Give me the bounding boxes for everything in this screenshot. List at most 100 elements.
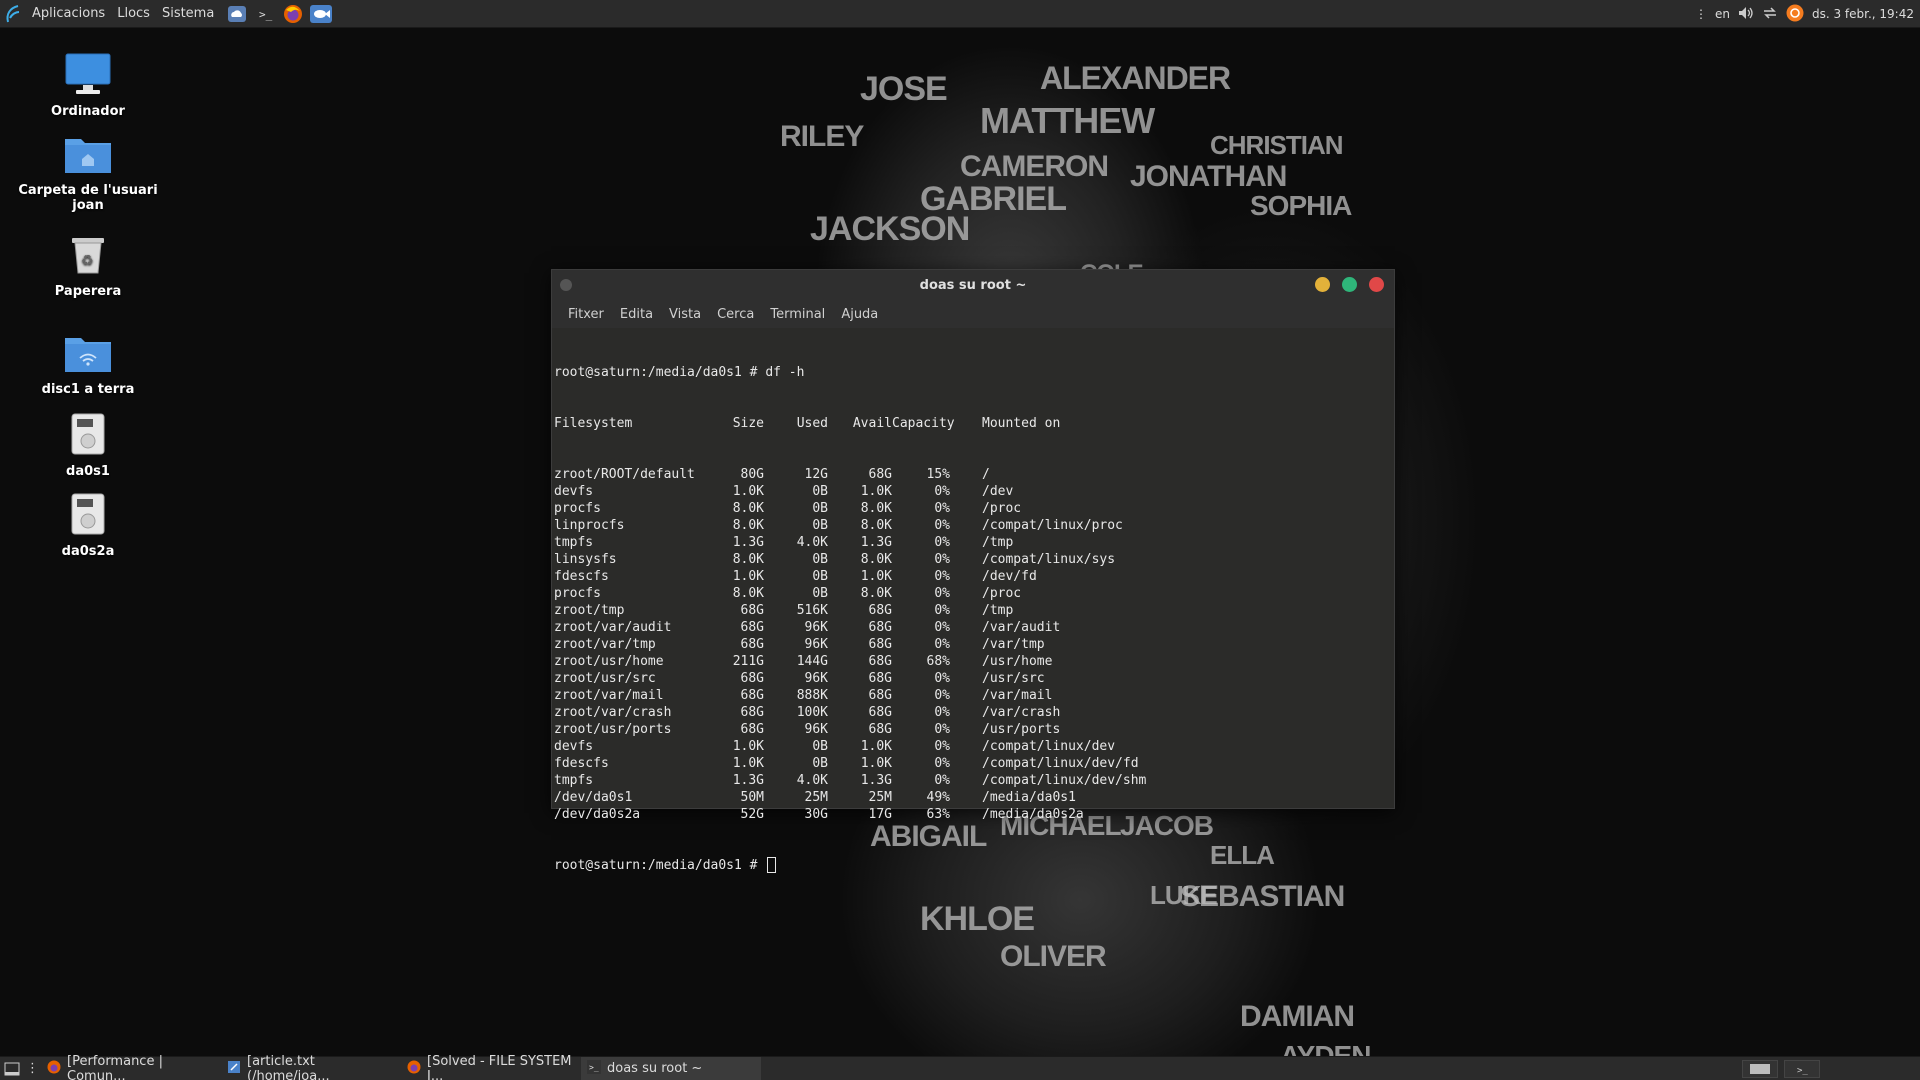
update-notifier-icon[interactable] (1786, 4, 1804, 25)
terminal-menubar: Fitxer Edita Vista Cerca Terminal Ajuda (552, 300, 1394, 328)
panel-menu-icon[interactable]: ⋮ (1695, 7, 1707, 21)
menu-sistema[interactable]: Sistema (156, 6, 220, 21)
cell-capacity: 0% (934, 586, 950, 601)
df-row: zroot/usr/ports 68G 96K 68G 0% /usr/ports (554, 721, 1392, 738)
cell-size: 1.3G (732, 535, 764, 550)
workspace-1[interactable] (1742, 1060, 1778, 1078)
taskbar-task[interactable]: [Solved - FILE SYSTEM I... (401, 1053, 581, 1080)
cell-used: 0B (812, 552, 828, 567)
taskbar-task[interactable]: [Performance | Comun... (41, 1054, 221, 1080)
minimize-button[interactable] (1315, 277, 1330, 292)
df-row: zroot/var/mail 68G 888K 68G 0% /var/mail (554, 687, 1392, 704)
cell-size: 1.3G (732, 773, 764, 788)
menu-edita[interactable]: Edita (612, 307, 661, 322)
cell-avail: 17G (868, 807, 892, 822)
menu-ajuda[interactable]: Ajuda (833, 307, 886, 322)
firefox-launcher-icon[interactable] (282, 3, 304, 25)
cell-size: 1.0K (732, 569, 764, 584)
df-rows: zroot/ROOT/default 80G 12G 68G 15% / devfs 1.0K… (554, 466, 1392, 823)
desktop-icon-disc1[interactable]: disc1 a terra (18, 332, 158, 397)
cell-used: 4.0K (796, 535, 828, 550)
cell-capacity: 0% (934, 637, 950, 652)
menu-cerca[interactable]: Cerca (709, 307, 762, 322)
close-button[interactable] (1369, 277, 1384, 292)
desktop-icon-da0s1[interactable]: da0s1 (18, 412, 158, 479)
distro-logo-icon[interactable] (0, 0, 26, 28)
cell-avail: 1.3G (860, 773, 892, 788)
header-mounted-on: Mounted on (982, 416, 1061, 431)
desktop-icon-paperera[interactable]: ♻ Paperera (18, 232, 158, 299)
cell-used: 144G (796, 654, 828, 669)
cell-avail: 25M (868, 790, 892, 805)
show-desktop-icon[interactable] (0, 1057, 24, 1080)
cell-size: 8.0K (732, 552, 764, 567)
menu-llocs[interactable]: Llocs (111, 6, 156, 21)
keyboard-layout-indicator[interactable]: en (1715, 7, 1730, 21)
menu-fitxer[interactable]: Fitxer (560, 307, 612, 322)
network-icon[interactable] (1762, 6, 1778, 23)
terminal-window[interactable]: doas su root ~ Fitxer Edita Vista Cerca … (551, 269, 1395, 873)
workspace-switcher[interactable]: >_ (1742, 1060, 1820, 1078)
fish-launcher-icon[interactable] (310, 3, 333, 25)
menu-terminal[interactable]: Terminal (762, 307, 833, 322)
cell-avail: 68G (868, 705, 892, 720)
df-header-row: Filesystem Size Used Avail Capacity Moun… (554, 415, 1392, 432)
cell-mounted-on: /compat/linux/sys (982, 552, 1116, 567)
home-folder-icon (18, 133, 158, 179)
cell-used: 100K (796, 705, 828, 720)
df-row: devfs 1.0K 0B 1.0K 0% /dev (554, 483, 1392, 500)
cloud-launcher-icon[interactable] (226, 3, 248, 25)
cell-capacity: 0% (934, 484, 950, 499)
cell-mounted-on: /var/audit (982, 620, 1061, 635)
desktop-icon-da0s2a[interactable]: da0s2a (18, 492, 158, 559)
cell-used: 96K (804, 620, 828, 635)
cell-used: 30G (804, 807, 828, 822)
df-row: zroot/var/audit 68G 96K 68G 0% /var/audit (554, 619, 1392, 636)
taskbar-task[interactable]: [article.txt (/home/joa... (221, 1053, 401, 1080)
desktop-icon-home-folder[interactable]: Carpeta de l'usuari joan (18, 133, 158, 213)
clock[interactable]: ds. 3 febr., 19:42 (1812, 7, 1914, 21)
cell-size: 68G (740, 722, 764, 737)
cell-filesystem: tmpfs (554, 535, 594, 550)
cell-capacity: 0% (934, 569, 950, 584)
df-row: tmpfs 1.3G 4.0K 1.3G 0% /compat/linux/dev/shm (554, 772, 1392, 789)
task-label: [article.txt (/home/joa... (247, 1053, 330, 1080)
window-menu-icon[interactable] (560, 279, 572, 291)
wallpaper-word: OLIVER (1000, 940, 1107, 973)
taskbar-handle-icon[interactable]: ⋮ (24, 1057, 41, 1080)
cell-size: 68G (740, 603, 764, 618)
menu-aplicacions[interactable]: Aplicacions (26, 6, 111, 21)
cell-used: 0B (812, 501, 828, 516)
wallpaper-word: JONATHAN (1130, 160, 1287, 193)
window-titlebar[interactable]: doas su root ~ (552, 270, 1394, 300)
cell-filesystem: fdescfs (554, 569, 609, 584)
cell-mounted-on: /dev (982, 484, 1014, 499)
wallpaper-word: DAMIAN (1240, 1000, 1355, 1033)
cell-capacity: 0% (934, 603, 950, 618)
window-title: doas su root ~ (919, 277, 1027, 293)
menu-vista[interactable]: Vista (661, 307, 709, 322)
desktop-icon-label: da0s1 (66, 464, 110, 479)
prompt-line: root@saturn:/media/da0s1 # (554, 857, 1392, 874)
cell-used: 0B (812, 569, 828, 584)
cell-size: 211G (732, 654, 764, 669)
prompt: root@saturn:/media/da0s1 # (554, 858, 766, 873)
cell-filesystem: linprocfs (554, 518, 625, 533)
cell-filesystem: zroot/usr/src (554, 671, 656, 686)
terminal-launcher-icon[interactable]: >_ (254, 3, 276, 25)
task-label: [Solved - FILE SYSTEM I... (427, 1053, 572, 1080)
cell-used: 12G (804, 467, 828, 482)
maximize-button[interactable] (1342, 277, 1357, 292)
volume-icon[interactable] (1738, 6, 1754, 23)
workspace-2[interactable]: >_ (1784, 1060, 1820, 1078)
cell-capacity: 68% (926, 654, 950, 669)
cell-filesystem: procfs (554, 501, 601, 516)
cell-avail: 68G (868, 637, 892, 652)
terminal-output[interactable]: root@saturn:/media/da0s1 # df -h Filesys… (552, 328, 1394, 873)
cell-mounted-on: /usr/src (982, 671, 1045, 686)
taskbar-task-active[interactable]: >_ doas su root ~ (581, 1056, 761, 1080)
wallpaper-word: MATTHEW (980, 100, 1155, 141)
cell-used: 25M (804, 790, 828, 805)
cell-used: 0B (812, 586, 828, 601)
desktop-icon-ordinador[interactable]: Ordinador (18, 52, 158, 119)
